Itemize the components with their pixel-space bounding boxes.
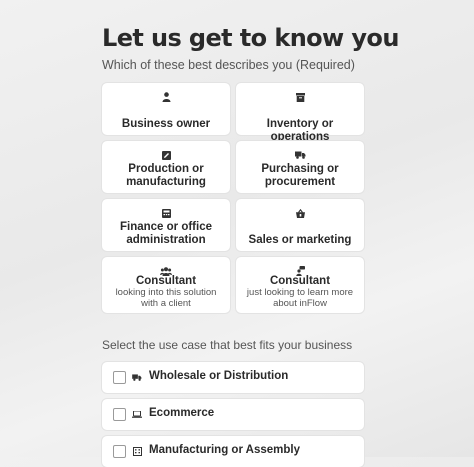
role-label: Consultant xyxy=(135,275,197,287)
role-card-business-owner[interactable]: Business owner xyxy=(102,83,230,135)
laptop-icon xyxy=(132,410,142,419)
manufacturing-checkbox[interactable] xyxy=(113,445,126,458)
wholesale-checkbox[interactable] xyxy=(113,371,126,384)
ecommerce-checkbox[interactable] xyxy=(113,408,126,421)
role-label: Inventory or operations xyxy=(266,118,334,143)
role-card-purchasing[interactable]: Purchasing or procurement xyxy=(236,141,364,193)
building-icon xyxy=(132,447,142,456)
option-label: Manufacturing or Assembly xyxy=(149,444,301,456)
shopping-basket-icon xyxy=(236,207,364,219)
role-description: just looking to learn more about inFlow xyxy=(246,287,354,309)
use-case-option-wholesale[interactable]: Wholesale or Distribution xyxy=(102,362,364,393)
role-card-consultant-client[interactable]: Consultant looking into this solution wi… xyxy=(102,257,230,313)
page-title: Let us get to know you xyxy=(102,24,399,52)
role-card-finance[interactable]: Finance or office administration xyxy=(102,199,230,251)
use-case-option-manufacturing[interactable]: Manufacturing or Assembly xyxy=(102,436,364,467)
truck-icon xyxy=(236,149,364,161)
role-description: looking into this solution with a client xyxy=(115,287,217,309)
role-label: Business owner xyxy=(121,118,211,130)
use-case-question: Select the use case that best fits your … xyxy=(102,338,353,352)
archive-box-icon xyxy=(236,91,364,103)
role-label: Production or manufacturing xyxy=(126,163,206,188)
role-question: Which of these best describes you (Requi… xyxy=(102,58,355,72)
person-icon xyxy=(102,91,230,103)
role-card-inventory[interactable]: Inventory or operations xyxy=(236,83,364,143)
role-label: Consultant xyxy=(269,275,331,287)
truck-icon xyxy=(132,373,142,382)
option-label: Ecommerce xyxy=(149,407,215,419)
option-label: Wholesale or Distribution xyxy=(149,370,289,382)
use-case-option-ecommerce[interactable]: Ecommerce xyxy=(102,399,364,430)
role-card-consultant-learn[interactable]: Consultant just looking to learn more ab… xyxy=(236,257,364,313)
role-label: Purchasing or procurement xyxy=(261,163,339,188)
role-label: Sales or marketing xyxy=(248,234,352,246)
calculator-icon xyxy=(102,207,230,219)
role-card-sales[interactable]: Sales or marketing xyxy=(236,199,364,251)
role-label: Finance or office administration xyxy=(119,221,213,246)
pencil-square-icon xyxy=(102,149,230,161)
role-card-production[interactable]: Production or manufacturing xyxy=(102,141,230,193)
